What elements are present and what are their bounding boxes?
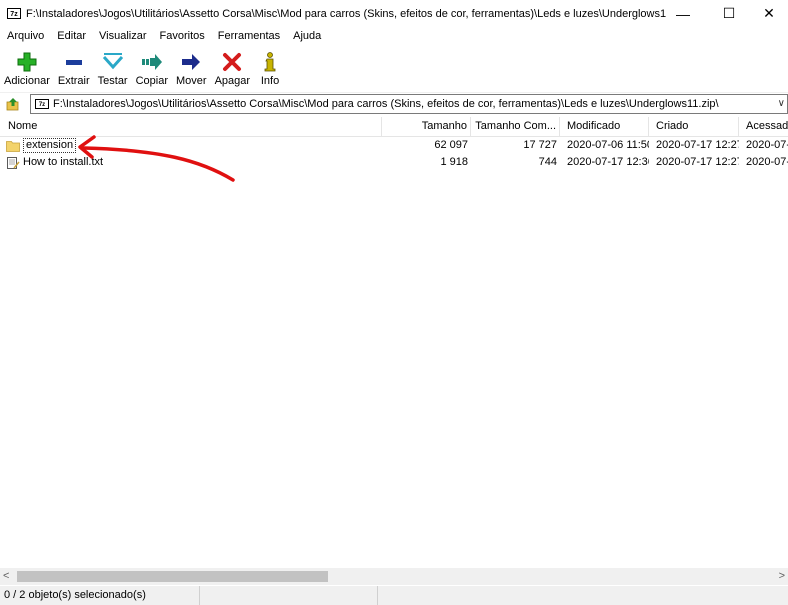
copy-button[interactable]: Copiar	[132, 46, 172, 92]
info-icon	[258, 51, 282, 73]
file-created: 2020-07-17 12:27	[656, 139, 739, 151]
move-label: Mover	[176, 75, 207, 87]
scroll-right-button[interactable]: >	[779, 570, 785, 582]
status-extra	[378, 586, 788, 605]
add-label: Adicionar	[4, 75, 50, 87]
menu-editar[interactable]: Editar	[50, 28, 92, 45]
delete-icon	[220, 51, 244, 73]
file-modified: 2020-07-17 12:36	[567, 156, 649, 168]
menu-visualizar[interactable]: Visualizar	[92, 28, 153, 45]
horizontal-scrollbar[interactable]: < >	[0, 568, 788, 585]
status-selection: 0 / 2 objeto(s) selecionado(s)	[0, 586, 200, 605]
file-packed-size: 17 727	[523, 139, 557, 151]
extract-label: Extrair	[57, 75, 90, 87]
menu-bar: Arquivo Editar Visualizar Favoritos Ferr…	[0, 28, 788, 45]
file-name: extension	[23, 138, 77, 153]
file-accessed: 2020-07-17	[746, 156, 788, 168]
move-button[interactable]: Mover	[172, 46, 211, 92]
extract-button[interactable]: Extrair	[54, 46, 94, 92]
menu-arquivo[interactable]: Arquivo	[0, 28, 50, 45]
info-button[interactable]: Info	[254, 46, 286, 92]
archive-icon: 7z	[35, 99, 49, 109]
address-bar: 7z F:\Instaladores\Jogos\Utilitários\Ass…	[0, 94, 788, 114]
annotation-arrow	[78, 135, 235, 182]
file-created: 2020-07-17 12:27	[656, 156, 739, 168]
file-packed-size: 744	[538, 156, 557, 168]
window-title: F:\Instaladores\Jogos\Utilitários\Assett…	[26, 7, 666, 20]
test-button[interactable]: Testar	[94, 46, 132, 92]
7zip-app-icon: 7z	[7, 8, 21, 19]
file-size: 62 097	[434, 139, 468, 151]
text-file-icon	[7, 156, 20, 169]
menu-ferramentas[interactable]: Ferramentas	[211, 28, 286, 45]
menu-ajuda[interactable]: Ajuda	[286, 28, 327, 45]
scroll-left-button[interactable]: <	[3, 570, 9, 582]
menu-favoritos[interactable]: Favoritos	[153, 28, 211, 45]
close-button[interactable]: ✕	[746, 0, 788, 27]
add-button[interactable]: Adicionar	[0, 46, 54, 92]
column-created[interactable]: Criado	[649, 117, 739, 136]
status-size	[200, 586, 378, 605]
copy-label: Copiar	[135, 75, 169, 87]
copy-icon	[140, 51, 164, 73]
column-modified[interactable]: Modificado	[560, 117, 649, 136]
file-modified: 2020-07-06 11:50	[567, 139, 649, 151]
delete-button[interactable]: Apagar	[211, 46, 254, 92]
file-accessed: 2020-07-17	[746, 139, 788, 151]
file-size: 1 918	[440, 156, 468, 168]
move-icon	[179, 51, 203, 73]
toolbar: Adicionar Extrair Testar Copiar Mover Ap…	[0, 46, 788, 93]
test-icon	[101, 51, 125, 73]
minimize-button[interactable]: —	[660, 0, 706, 27]
add-icon	[15, 51, 39, 73]
path-input[interactable]: 7z F:\Instaladores\Jogos\Utilitários\Ass…	[30, 94, 788, 114]
chevron-down-icon[interactable]: ∨	[778, 98, 785, 109]
up-folder-icon[interactable]	[6, 97, 20, 111]
title-bar: 7z F:\Instaladores\Jogos\Utilitários\Ass…	[0, 0, 788, 27]
path-text: F:\Instaladores\Jogos\Utilitários\Assett…	[53, 98, 719, 110]
scroll-thumb[interactable]	[17, 571, 328, 582]
column-size[interactable]: Tamanho	[382, 117, 471, 136]
status-bar: 0 / 2 objeto(s) selecionado(s)	[0, 586, 788, 605]
column-packed-size[interactable]: Tamanho Com...	[471, 117, 560, 136]
extract-icon	[62, 51, 86, 73]
test-label: Testar	[97, 75, 128, 87]
column-accessed[interactable]: Acessado	[739, 117, 788, 136]
delete-label: Apagar	[214, 75, 251, 87]
folder-icon	[6, 140, 20, 152]
info-label: Info	[260, 75, 280, 87]
